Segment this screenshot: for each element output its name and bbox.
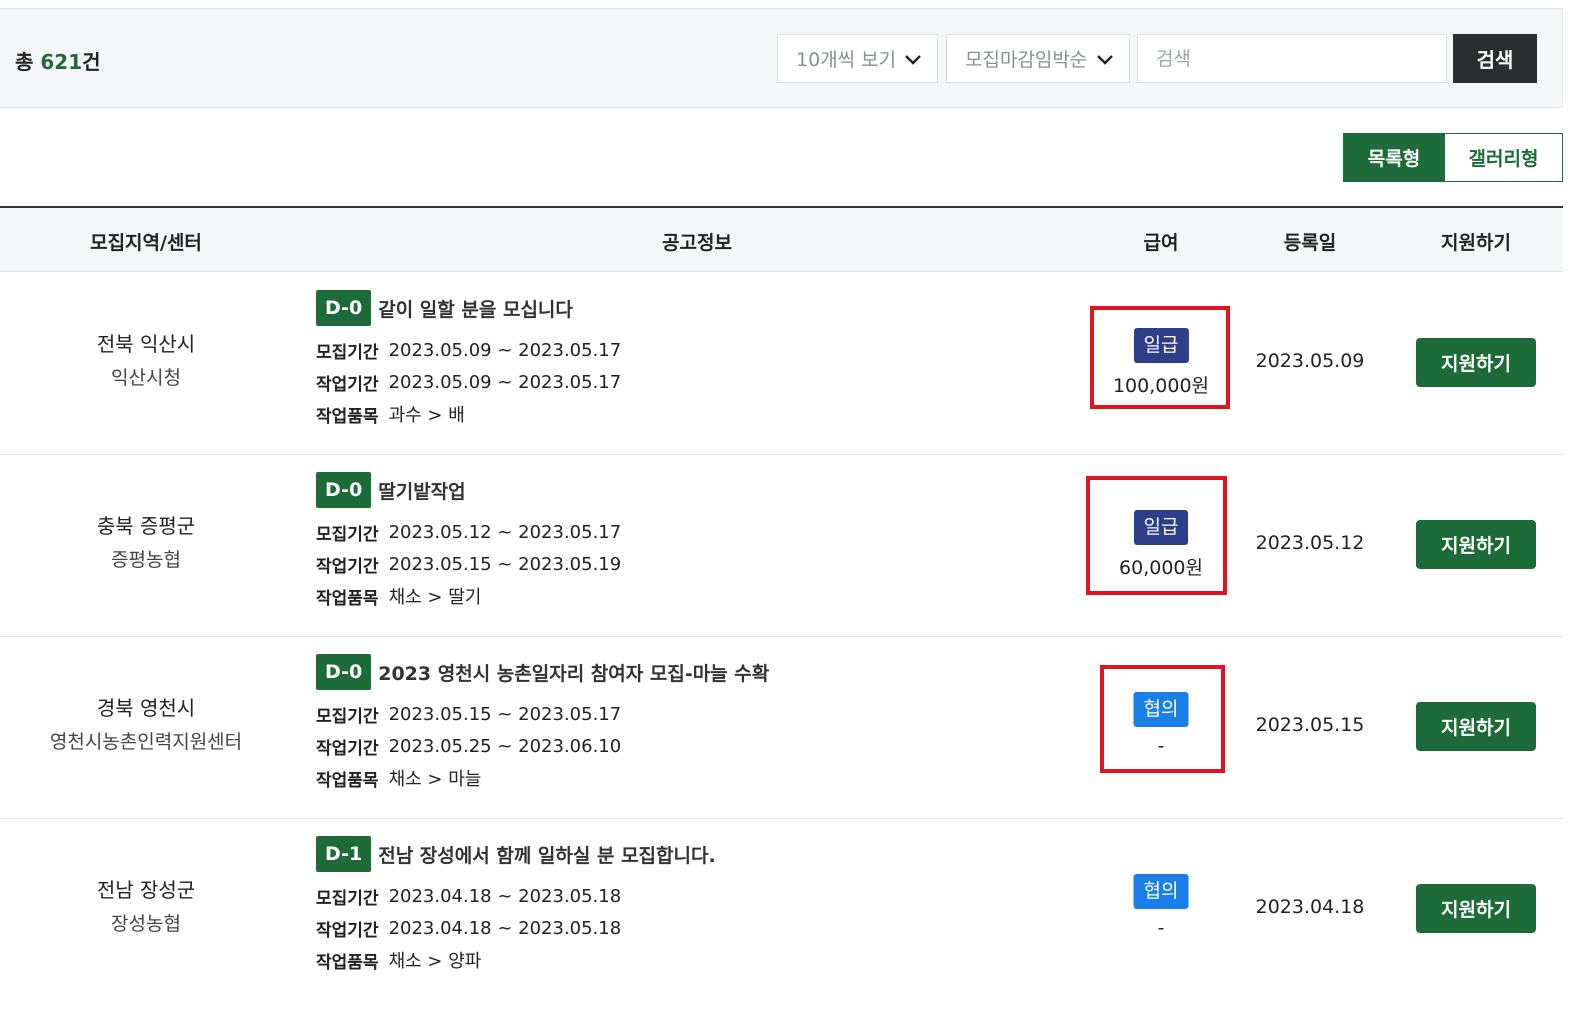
region-cell: 전남 장성군 장성농협 <box>97 873 195 941</box>
search-input[interactable] <box>1137 34 1447 83</box>
work-period-label: 작업기간 <box>316 556 379 577</box>
total-suffix: 건 <box>82 50 101 74</box>
center-name: 장성농협 <box>111 913 181 935</box>
work-item: 채소 > 양파 <box>388 951 482 972</box>
pay-type-badge: 협의 <box>1133 874 1189 909</box>
region-name: 전북 익산시 <box>96 332 196 356</box>
work-period: 2023.05.25 ~ 2023.06.10 <box>388 735 622 757</box>
apply-button[interactable]: 지원하기 <box>1416 884 1536 933</box>
reg-date: 2023.04.18 <box>1255 896 1365 918</box>
total-prefix: 총 <box>15 50 41 74</box>
work-item-label: 작업품목 <box>316 406 379 427</box>
center-name: 익산시청 <box>111 367 181 389</box>
job-info-cell: D-0 딸기밭작업 모집기간 2023.05.12 ~ 2023.05.17 작업… <box>316 472 621 612</box>
region-name: 경북 영천시 <box>96 696 196 720</box>
table-row: 전남 장성군 장성농협 D-1 전남 장성에서 함께 일하실 분 모집합니다. … <box>0 819 1563 1001</box>
recruit-period-label: 모집기간 <box>316 888 379 909</box>
search-toolbar: 총 621건 10개씩 보기 모집마감임박순 검색 <box>0 8 1563 108</box>
region-name: 충북 증평군 <box>96 514 196 538</box>
per-page-select[interactable]: 10개씩 보기 <box>777 34 938 83</box>
work-item: 채소 > 마늘 <box>388 769 482 790</box>
region-cell: 경북 영천시 영천시농촌인력지원센터 <box>50 691 242 759</box>
job-title-link[interactable]: 2023 영천시 농촌일자리 참여자 모집-마늘 수확 <box>378 659 769 686</box>
work-item-label: 작업품목 <box>316 588 379 609</box>
table-header: 모집지역/센터 공고정보 급여 등록일 지원하기 <box>0 206 1563 272</box>
total-count: 총 621건 <box>15 46 101 75</box>
dday-badge: D-0 <box>316 654 372 690</box>
job-title-link[interactable]: 같이 일할 분을 모십니다 <box>378 295 573 322</box>
work-period: 2023.05.15 ~ 2023.05.19 <box>388 553 622 575</box>
recruit-period-label: 모집기간 <box>316 524 379 545</box>
region-cell: 충북 증평군 증평농협 <box>97 509 195 577</box>
recruit-period: 2023.05.09 ~ 2023.05.17 <box>388 339 622 361</box>
highlight-box <box>1100 665 1225 773</box>
column-header-apply: 지원하기 <box>1441 232 1511 254</box>
pay-amount: - <box>1157 917 1165 939</box>
gallery-view-button[interactable]: 갤러리형 <box>1445 133 1563 182</box>
view-toggle: 목록형 갤러리형 <box>1343 133 1563 182</box>
job-title-link[interactable]: 딸기밭작업 <box>378 477 465 504</box>
column-header-region: 모집지역/센터 <box>90 232 202 254</box>
job-title-link[interactable]: 전남 장성에서 함께 일하실 분 모집합니다. <box>378 841 715 868</box>
recruit-period: 2023.05.15 ~ 2023.05.17 <box>388 703 622 725</box>
column-header-reg-date: 등록일 <box>1283 232 1337 254</box>
pay-cell: 협의 - <box>1133 874 1189 939</box>
work-item: 과수 > 배 <box>388 405 465 426</box>
column-header-pay: 급여 <box>1143 232 1179 254</box>
job-info-cell: D-0 2023 영천시 농촌일자리 참여자 모집-마늘 수확 모집기간 2023… <box>316 654 769 794</box>
apply-button[interactable]: 지원하기 <box>1416 702 1536 751</box>
work-item-label: 작업품목 <box>316 952 379 973</box>
table-row: 경북 영천시 영천시농촌인력지원센터 D-0 2023 영천시 농촌일자리 참여… <box>0 637 1563 819</box>
dday-badge: D-0 <box>316 290 372 326</box>
total-count-number: 621 <box>40 50 83 74</box>
region-cell: 전북 익산시 익산시청 <box>97 327 195 395</box>
apply-button[interactable]: 지원하기 <box>1416 338 1536 387</box>
recruit-period: 2023.04.18 ~ 2023.05.18 <box>388 885 622 907</box>
dday-badge: D-0 <box>316 472 372 508</box>
work-item: 채소 > 딸기 <box>388 587 482 608</box>
work-period: 2023.05.09 ~ 2023.05.17 <box>388 371 622 393</box>
sort-select[interactable]: 모집마감임박순 <box>946 34 1130 83</box>
apply-button[interactable]: 지원하기 <box>1416 520 1536 569</box>
search-button[interactable]: 검색 <box>1453 34 1537 83</box>
list-view-button[interactable]: 목록형 <box>1343 133 1445 182</box>
center-name: 증평농협 <box>111 549 181 571</box>
table-row: 전북 익산시 익산시청 D-0 같이 일할 분을 모십니다 모집기간 2023.0… <box>0 273 1563 455</box>
chevron-down-icon <box>905 55 921 65</box>
recruit-period-label: 모집기간 <box>316 706 379 727</box>
recruit-period: 2023.05.12 ~ 2023.05.17 <box>388 521 622 543</box>
work-period-label: 작업기간 <box>316 920 379 941</box>
per-page-select-value: 10개씩 보기 <box>796 49 897 71</box>
column-header-info: 공고정보 <box>662 232 732 254</box>
sort-select-value: 모집마감임박순 <box>965 49 1088 71</box>
work-period-label: 작업기간 <box>316 374 379 395</box>
table-row: 충북 증평군 증평농협 D-0 딸기밭작업 모집기간 2023.05.12 ~ 2… <box>0 455 1563 637</box>
recruit-period-label: 모집기간 <box>316 342 379 363</box>
reg-date: 2023.05.15 <box>1255 714 1365 736</box>
reg-date: 2023.05.09 <box>1255 350 1365 372</box>
highlight-box <box>1090 306 1230 409</box>
reg-date: 2023.05.12 <box>1255 532 1365 554</box>
work-period-label: 작업기간 <box>316 738 379 759</box>
chevron-down-icon <box>1097 55 1113 65</box>
work-period: 2023.04.18 ~ 2023.05.18 <box>388 917 622 939</box>
highlight-box <box>1086 476 1227 595</box>
dday-badge: D-1 <box>316 836 372 872</box>
job-info-cell: D-0 같이 일할 분을 모십니다 모집기간 2023.05.09 ~ 2023.… <box>316 290 621 430</box>
job-info-cell: D-1 전남 장성에서 함께 일하실 분 모집합니다. 모집기간 2023.04.… <box>316 836 716 976</box>
region-name: 전남 장성군 <box>96 878 196 902</box>
center-name: 영천시농촌인력지원센터 <box>49 731 243 753</box>
work-item-label: 작업품목 <box>316 770 379 791</box>
